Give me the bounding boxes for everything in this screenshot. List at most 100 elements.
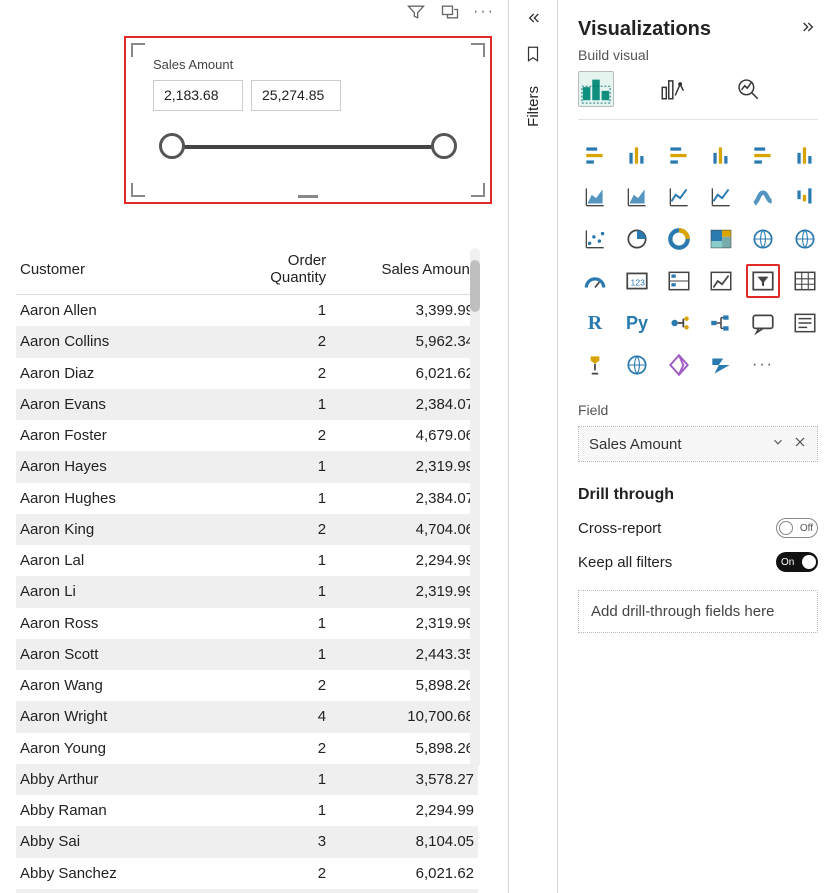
table-row[interactable]: Aaron Li12,319.99 [16, 576, 478, 607]
table-scrollbar[interactable] [470, 248, 480, 768]
slicer-min-input[interactable]: 2,183.68 [153, 80, 243, 111]
drill-through-dropzone[interactable]: Add drill-through fields here [578, 590, 818, 633]
report-canvas: ··· Sales Amount 2,183.68 25,274.85 [0, 0, 508, 893]
remove-field-icon[interactable] [793, 435, 807, 453]
filter-icon[interactable] [406, 2, 426, 22]
donut-chart-icon[interactable] [662, 222, 696, 256]
keep-filters-toggle[interactable]: On [776, 552, 818, 572]
slicer-handle-right[interactable] [431, 133, 457, 159]
table-row[interactable]: Abby Arthur13,578.27 [16, 764, 478, 795]
more-options-icon[interactable]: ··· [474, 2, 494, 22]
slicer-visual[interactable]: Sales Amount 2,183.68 25,274.85 [130, 42, 486, 198]
table-row[interactable]: Aaron Young25,898.26 [16, 733, 478, 764]
line-stacked-column-chart-icon[interactable] [662, 180, 696, 214]
key-influencers-icon[interactable] [662, 306, 696, 340]
cell-amt: 6,021.62 [330, 858, 478, 889]
treemap-icon[interactable] [704, 222, 738, 256]
hundred-stacked-column-chart-icon[interactable] [788, 138, 822, 172]
table-row[interactable]: Aaron Diaz26,021.62 [16, 358, 478, 389]
tab-build-visual[interactable] [578, 71, 614, 107]
cell-qty: 2 [229, 358, 331, 389]
filled-map-icon[interactable] [788, 222, 822, 256]
collapse-filters-icon[interactable] [524, 10, 542, 31]
table-row[interactable]: Aaron Evans12,384.07 [16, 389, 478, 420]
slicer-max-input[interactable]: 25,274.85 [251, 80, 341, 111]
stacked-column-chart-icon[interactable] [620, 138, 654, 172]
kpi-icon[interactable] [704, 264, 738, 298]
selection-handle-tl[interactable] [131, 43, 145, 57]
slicer-range-slider[interactable] [159, 121, 457, 171]
table-row[interactable]: Aaron Foster24,679.06 [16, 420, 478, 451]
arcgis-icon[interactable] [620, 348, 654, 382]
table-row[interactable]: Abby Sai38,104.05 [16, 826, 478, 857]
field-well-sales-amount[interactable]: Sales Amount [578, 426, 818, 462]
line-clustered-column-chart-icon[interactable] [704, 180, 738, 214]
hundred-stacked-bar-chart-icon[interactable] [746, 138, 780, 172]
ribbon-chart-icon[interactable] [746, 180, 780, 214]
slicer-handle-left[interactable] [159, 133, 185, 159]
goals-icon[interactable] [578, 348, 612, 382]
selection-handle-bl[interactable] [131, 183, 145, 197]
cell-qty: 1 [229, 639, 331, 670]
stacked-bar-chart-icon[interactable] [578, 138, 612, 172]
field-section-label: Field [578, 402, 818, 418]
r-visual-icon[interactable]: R [578, 306, 612, 340]
clustered-column-chart-icon[interactable] [704, 138, 738, 172]
power-apps-icon[interactable] [662, 348, 696, 382]
area-chart-icon[interactable] [578, 180, 612, 214]
table-row[interactable]: Abby Raman12,294.99 [16, 795, 478, 826]
scatter-chart-icon[interactable] [578, 222, 612, 256]
tab-analytics[interactable] [730, 71, 766, 107]
qa-icon[interactable] [746, 306, 780, 340]
cross-report-toggle[interactable]: Off [776, 518, 818, 538]
more-visuals-icon[interactable]: ··· [746, 348, 780, 382]
bookmark-icon[interactable] [524, 45, 542, 68]
slicer-visual-highlight: Sales Amount 2,183.68 25,274.85 [124, 36, 492, 204]
clustered-bar-chart-icon[interactable] [662, 138, 696, 172]
expand-panel-icon[interactable] [800, 19, 818, 40]
col-header-order-qty[interactable]: Order Quantity [229, 246, 331, 295]
col-header-customer[interactable]: Customer [16, 246, 229, 295]
cell-customer: Aaron Scott [16, 639, 229, 670]
tab-format-visual[interactable] [654, 71, 690, 107]
decomposition-tree-icon[interactable] [704, 306, 738, 340]
table-visual[interactable]: Customer Order Quantity Sales Amount Aar… [16, 246, 478, 893]
cell-qty: 1 [229, 795, 331, 826]
pie-chart-icon[interactable] [620, 222, 654, 256]
selection-handle-br[interactable] [471, 183, 485, 197]
map-icon[interactable] [746, 222, 780, 256]
col-header-sales-amt[interactable]: Sales Amount [330, 246, 478, 295]
cell-qty: 1 [229, 545, 331, 576]
table-row[interactable]: Aaron Ross12,319.99 [16, 608, 478, 639]
cell-qty: 1 [229, 764, 331, 795]
table-row[interactable]: Aaron Wang25,898.26 [16, 670, 478, 701]
stacked-area-chart-icon[interactable] [620, 180, 654, 214]
cell-amt: 4,704.06 [330, 514, 478, 545]
table-row[interactable]: Aaron Lal12,294.99 [16, 545, 478, 576]
table-row[interactable]: Aaron Collins25,962.34 [16, 326, 478, 357]
selection-handle-bottom[interactable] [298, 195, 318, 198]
waterfall-chart-icon[interactable] [788, 180, 822, 214]
power-automate-icon[interactable] [704, 348, 738, 382]
table-row[interactable]: Aaron Allen13,399.99 [16, 295, 478, 327]
table-row[interactable]: Abby Sanchez26,021.62 [16, 858, 478, 889]
multi-row-card-icon[interactable] [662, 264, 696, 298]
table-row[interactable]: Aaron King24,704.06 [16, 514, 478, 545]
selection-handle-tr[interactable] [471, 43, 485, 57]
cell-qty: 1 [229, 608, 331, 639]
table-row[interactable]: Abby Sandberg25,898.26 [16, 889, 478, 893]
card-icon[interactable]: 123 [620, 264, 654, 298]
table-row[interactable]: Aaron Scott12,443.35 [16, 639, 478, 670]
table-icon[interactable] [788, 264, 822, 298]
filters-label[interactable]: Filters [525, 86, 542, 127]
table-row[interactable]: Aaron Hayes12,319.99 [16, 451, 478, 482]
table-row[interactable]: Aaron Hughes12,384.07 [16, 483, 478, 514]
slicer-icon[interactable] [746, 264, 780, 298]
scrollbar-thumb[interactable] [470, 260, 480, 312]
chevron-down-icon[interactable] [771, 435, 785, 453]
python-visual-icon[interactable]: Py [620, 306, 654, 340]
gauge-icon[interactable] [578, 264, 612, 298]
focus-mode-icon[interactable] [440, 2, 460, 22]
table-row[interactable]: Aaron Wright410,700.68 [16, 701, 478, 732]
smart-narrative-icon[interactable] [788, 306, 822, 340]
